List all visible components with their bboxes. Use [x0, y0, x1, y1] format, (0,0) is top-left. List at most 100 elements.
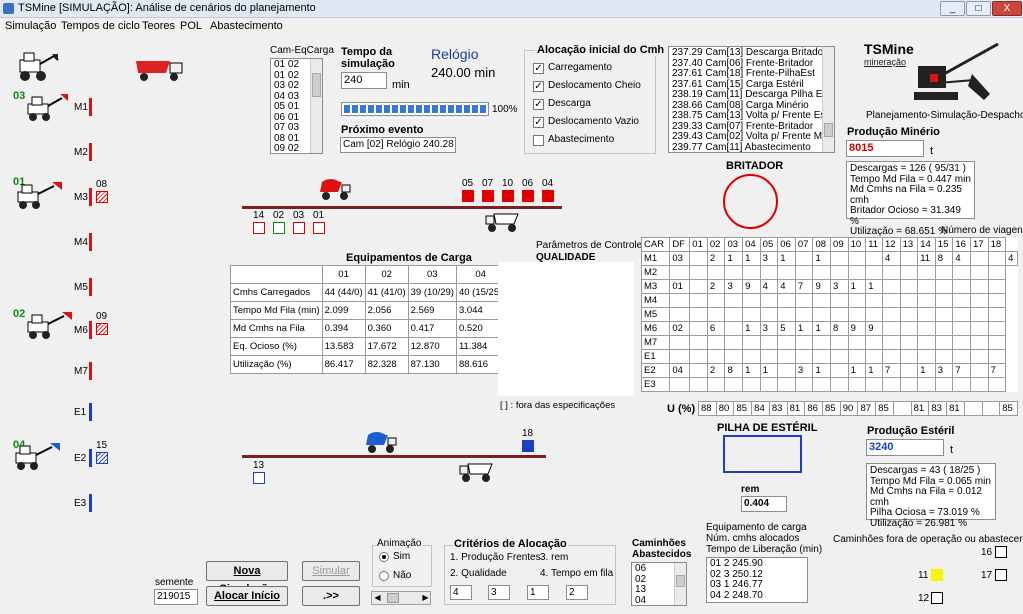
- animacao-sim-radio[interactable]: [379, 552, 389, 562]
- queue-truck-m6: [96, 323, 108, 335]
- checkbox-desloc-cheio[interactable]: ✓: [533, 81, 544, 92]
- table-cell: [865, 265, 884, 280]
- criterio-4-input[interactable]: 2: [566, 585, 588, 600]
- m6-bar: [89, 321, 92, 339]
- simular-button[interactable]: Simular: [302, 561, 360, 581]
- checkbox-label: Descarga: [548, 98, 591, 109]
- checkbox-carregamento[interactable]: ✓: [533, 63, 544, 74]
- table-cell: [689, 251, 708, 266]
- table-cell: [865, 251, 884, 266]
- table-row: M2: [640, 265, 1018, 280]
- table-cell: M1: [640, 251, 671, 266]
- producao-minerio-label: Produção Minério: [847, 126, 940, 138]
- semente-input[interactable]: 219015: [154, 589, 198, 605]
- menu-abastecimento[interactable]: Abastecimento: [210, 20, 283, 32]
- checkbox-desloc-vazio[interactable]: ✓: [533, 117, 544, 128]
- table-cell: [230, 265, 323, 284]
- table-cell: [742, 307, 761, 322]
- producao-esteril-value: 3240: [866, 439, 944, 456]
- list-scrollbar[interactable]: [310, 59, 322, 153]
- event-log[interactable]: 237.29 Cam[13] Descarga Britador 237.40 …: [668, 46, 835, 153]
- table-cell: [669, 265, 691, 280]
- animacao-nao-radio[interactable]: [379, 571, 389, 581]
- truck-icon: [136, 61, 183, 81]
- cam-eq-list[interactable]: 01 02 01 02 03 02 04 03 05 01 06 01 07 0…: [270, 58, 323, 154]
- slider-right-arrow[interactable]: ▶: [421, 593, 430, 603]
- list-scrollbar[interactable]: [822, 47, 834, 152]
- table-header: 04: [742, 237, 761, 252]
- table-cell: 1: [812, 321, 832, 336]
- list-item: 03 1 246.77: [710, 579, 763, 590]
- shovel-logo-icon: [914, 42, 999, 100]
- progress-bar: [341, 102, 489, 116]
- table-cell: [669, 307, 691, 322]
- table-cell: [917, 279, 936, 294]
- proximo-value: Cam [02] Relógio 240.28: [340, 137, 456, 153]
- table-cell: [987, 307, 1007, 322]
- stat-line: Utilização = 26.981 %: [870, 517, 968, 529]
- nova-simulacao-button[interactable]: Nova Simulação: [206, 561, 288, 595]
- menu-simulacao[interactable]: Simulação: [5, 20, 56, 32]
- equip-carga-title: Equipamentos de Carga: [346, 252, 472, 264]
- slider-thumb[interactable]: [387, 593, 399, 603]
- eqc-list[interactable]: 01 2 245.90 02 3 250.12 03 1 246.77 04 2…: [706, 557, 808, 603]
- menu-pol[interactable]: POL: [180, 20, 202, 32]
- list-item: 237.61 Cam[18] Frente-PilhaEst: [672, 68, 815, 79]
- checkbox-abastecimento[interactable]: [533, 135, 544, 146]
- table-cell: [899, 377, 919, 392]
- animacao-speed-slider[interactable]: ◀ ▶: [371, 591, 431, 605]
- menu-teores[interactable]: Teores: [142, 20, 175, 32]
- abastecidos-list[interactable]: 06 02 13 04: [631, 562, 687, 606]
- tempo-label-2: simulação: [341, 58, 395, 70]
- table-cell: E3: [640, 377, 671, 392]
- table-cell: 6: [706, 321, 726, 336]
- parametros-panel: [498, 262, 634, 396]
- table-cell: [917, 377, 936, 392]
- checkbox-descarga[interactable]: ✓: [533, 99, 544, 110]
- next-step-button[interactable]: .>>: [302, 586, 360, 606]
- table-cell: 03: [669, 251, 691, 266]
- abastecidos-label-2: Abastecidos: [632, 549, 692, 560]
- queue-label: 14: [253, 210, 265, 221]
- table-cell: 1: [847, 279, 867, 294]
- m3-bar: [89, 188, 92, 206]
- table-cell: 1: [742, 251, 761, 266]
- table-cell: [892, 401, 912, 416]
- minimize-button[interactable]: _: [940, 1, 965, 16]
- table-cell: [865, 349, 884, 364]
- table-cell: [934, 377, 954, 392]
- table-cell: [689, 363, 708, 378]
- table-cell: [689, 321, 708, 336]
- table-cell: [777, 349, 796, 364]
- queue-truck: [542, 190, 554, 202]
- criterio-2-input[interactable]: 3: [488, 585, 510, 600]
- table-cell: M3: [640, 279, 671, 294]
- table-row: E2 04 2 8 1 1 3 1 1 1 7 1 3 7 7: [640, 363, 1018, 378]
- table-cell: [812, 265, 832, 280]
- maximize-button[interactable]: □: [966, 1, 991, 16]
- row-label-m2: M2: [74, 147, 88, 158]
- criterio-3-input[interactable]: 1: [527, 585, 549, 600]
- alocar-inicio-button[interactable]: Alocar Início: [206, 586, 288, 606]
- queue-label-m6: 09: [96, 311, 108, 322]
- slider-left-arrow[interactable]: ◀: [373, 593, 382, 603]
- list-scrollbar[interactable]: [674, 563, 686, 605]
- queue-label: 13: [253, 460, 265, 471]
- row-label-e2: E2: [74, 453, 87, 464]
- table-cell: [987, 265, 1007, 280]
- window-title: TSMine [SIMULAÇÃO]: Análise de cenários …: [18, 2, 316, 14]
- table-cell: [724, 307, 744, 322]
- table-cell: [899, 279, 919, 294]
- table-cell: 9: [865, 321, 884, 336]
- table-cell: [794, 349, 814, 364]
- animacao-nao-label: Não: [393, 570, 412, 581]
- criterio-4: 4. Tempo em fila: [540, 568, 614, 579]
- tempo-input[interactable]: 240: [341, 72, 387, 89]
- fora-box: [995, 546, 1007, 558]
- criterio-1-input[interactable]: 4: [450, 585, 472, 600]
- table-cell: [830, 251, 849, 266]
- menu-tempos-de-ciclo[interactable]: Tempos de ciclo: [61, 20, 140, 32]
- table-cell: [969, 363, 989, 378]
- haul-road-bottom: [242, 455, 546, 458]
- close-button[interactable]: X: [992, 1, 1022, 16]
